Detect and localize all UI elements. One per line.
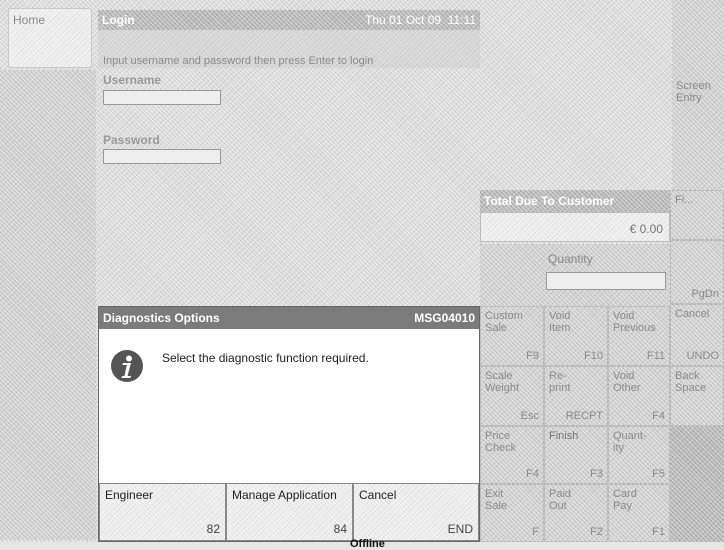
cancel-button-key: END (447, 522, 473, 536)
login-instruction-bar: Input username and password then press E… (98, 30, 480, 68)
key-label: Exit Sale (485, 488, 508, 512)
manage-application-button-key: 84 (333, 522, 347, 536)
key-label: Void Other (613, 370, 641, 394)
dialog-title: Diagnostics Options (103, 311, 220, 325)
dialog-code: MSG04010 (414, 311, 475, 325)
left-column (0, 70, 96, 540)
diagnostics-dialog: Diagnostics Options MSG04010 Select the … (98, 306, 480, 542)
total-due-label: Total Due To Customer (484, 194, 615, 208)
key-code: F (532, 526, 539, 538)
cancel-button[interactable]: Cancel END (353, 483, 479, 541)
key-label: Re- print (549, 370, 571, 394)
key-reprint[interactable]: Re- print RECPT (544, 366, 608, 426)
key-label: Paid Out (549, 488, 572, 512)
side-key-label: Fi... (675, 194, 694, 206)
key-finish[interactable]: Finish F3 (544, 426, 608, 484)
key-code: RECPT (565, 410, 603, 422)
key-quantity[interactable]: Quant- ity F5 (608, 426, 670, 484)
key-paid-out[interactable]: Paid Out F2 (544, 484, 608, 542)
password-label: Password (103, 133, 160, 147)
status-text: Offline (350, 538, 385, 550)
login-title: Login (102, 13, 135, 27)
engineer-button-key: 82 (206, 522, 220, 536)
username-label: Username (103, 73, 162, 87)
key-code: F1 (652, 526, 665, 538)
key-code: F2 (590, 526, 603, 538)
quantity-area: Quantity (480, 244, 670, 306)
home-label: Home (13, 13, 46, 27)
key-void-item[interactable]: Void Item F10 (544, 306, 608, 366)
quantity-label: Quantity (548, 252, 593, 266)
key-code: Esc (520, 410, 539, 422)
key-code: F4 (526, 468, 539, 480)
key-label: Void Previous (613, 310, 656, 334)
key-custom-sale[interactable]: Custom Sale F9 (480, 306, 544, 366)
engineer-button-label: Engineer (105, 488, 154, 502)
key-void-other[interactable]: Void Other F4 (608, 366, 670, 426)
key-price-check[interactable]: Price Check F4 (480, 426, 544, 484)
side-key-cancel[interactable]: Cancel UNDO (670, 304, 724, 366)
home-tile[interactable]: Home (8, 8, 92, 68)
side-key-1[interactable]: Fi... (670, 190, 724, 240)
login-instruction: Input username and password then press E… (103, 55, 374, 67)
key-code: F4 (652, 410, 665, 422)
key-void-previous[interactable]: Void Previous F11 (608, 306, 670, 366)
key-code: F3 (590, 468, 603, 480)
key-label: Card Pay (613, 488, 637, 512)
dialog-message: Select the diagnostic function required. (162, 351, 369, 365)
dialog-title-bar: Diagnostics Options MSG04010 (99, 307, 479, 329)
login-datetime: Thu 01 Oct 09 11:11 (365, 13, 476, 27)
side-key-label: Back Space (675, 370, 707, 394)
key-scale-weight[interactable]: Scale Weight Esc (480, 366, 544, 426)
manage-application-button[interactable]: Manage Application 84 (226, 483, 353, 541)
key-label: Quant- ity (613, 430, 647, 454)
username-field[interactable] (103, 90, 221, 105)
total-amount: € 0.00 (629, 222, 663, 236)
login-header: Login Thu 01 Oct 09 11:11 (98, 10, 480, 30)
side-key-label: PgDn (691, 288, 719, 300)
side-key-blank (670, 426, 724, 542)
key-code: F9 (526, 350, 539, 362)
side-key-pgdn[interactable]: PgDn (670, 240, 724, 304)
cancel-button-label: Cancel (359, 488, 397, 502)
quantity-field[interactable] (546, 272, 666, 290)
status-bar: Offline (0, 538, 724, 550)
key-label: Finish (549, 430, 579, 442)
info-icon (110, 349, 144, 383)
side-key-label: Cancel (675, 308, 710, 320)
key-card-pay[interactable]: Card Pay F1 (608, 484, 670, 542)
key-label: Void Item (549, 310, 571, 334)
key-code: F5 (652, 468, 665, 480)
key-label: Custom Sale (485, 310, 523, 334)
key-exit-sale[interactable]: Exit Sale F (480, 484, 544, 542)
key-label: Price Check (485, 430, 517, 454)
key-label: Scale Weight (485, 370, 520, 394)
password-field[interactable] (103, 149, 221, 164)
screen-entry-label[interactable]: Screen Entry (676, 80, 711, 104)
engineer-button[interactable]: Engineer 82 (99, 483, 226, 541)
key-code: F10 (584, 350, 603, 362)
key-code: F11 (646, 350, 665, 362)
total-due-header: Total Due To Customer (480, 190, 670, 212)
side-key-code: UNDO (686, 350, 719, 362)
side-key-backspace[interactable]: Back Space (670, 366, 724, 426)
manage-application-button-label: Manage Application (232, 488, 337, 502)
amount-box: € 0.00 (480, 212, 670, 242)
